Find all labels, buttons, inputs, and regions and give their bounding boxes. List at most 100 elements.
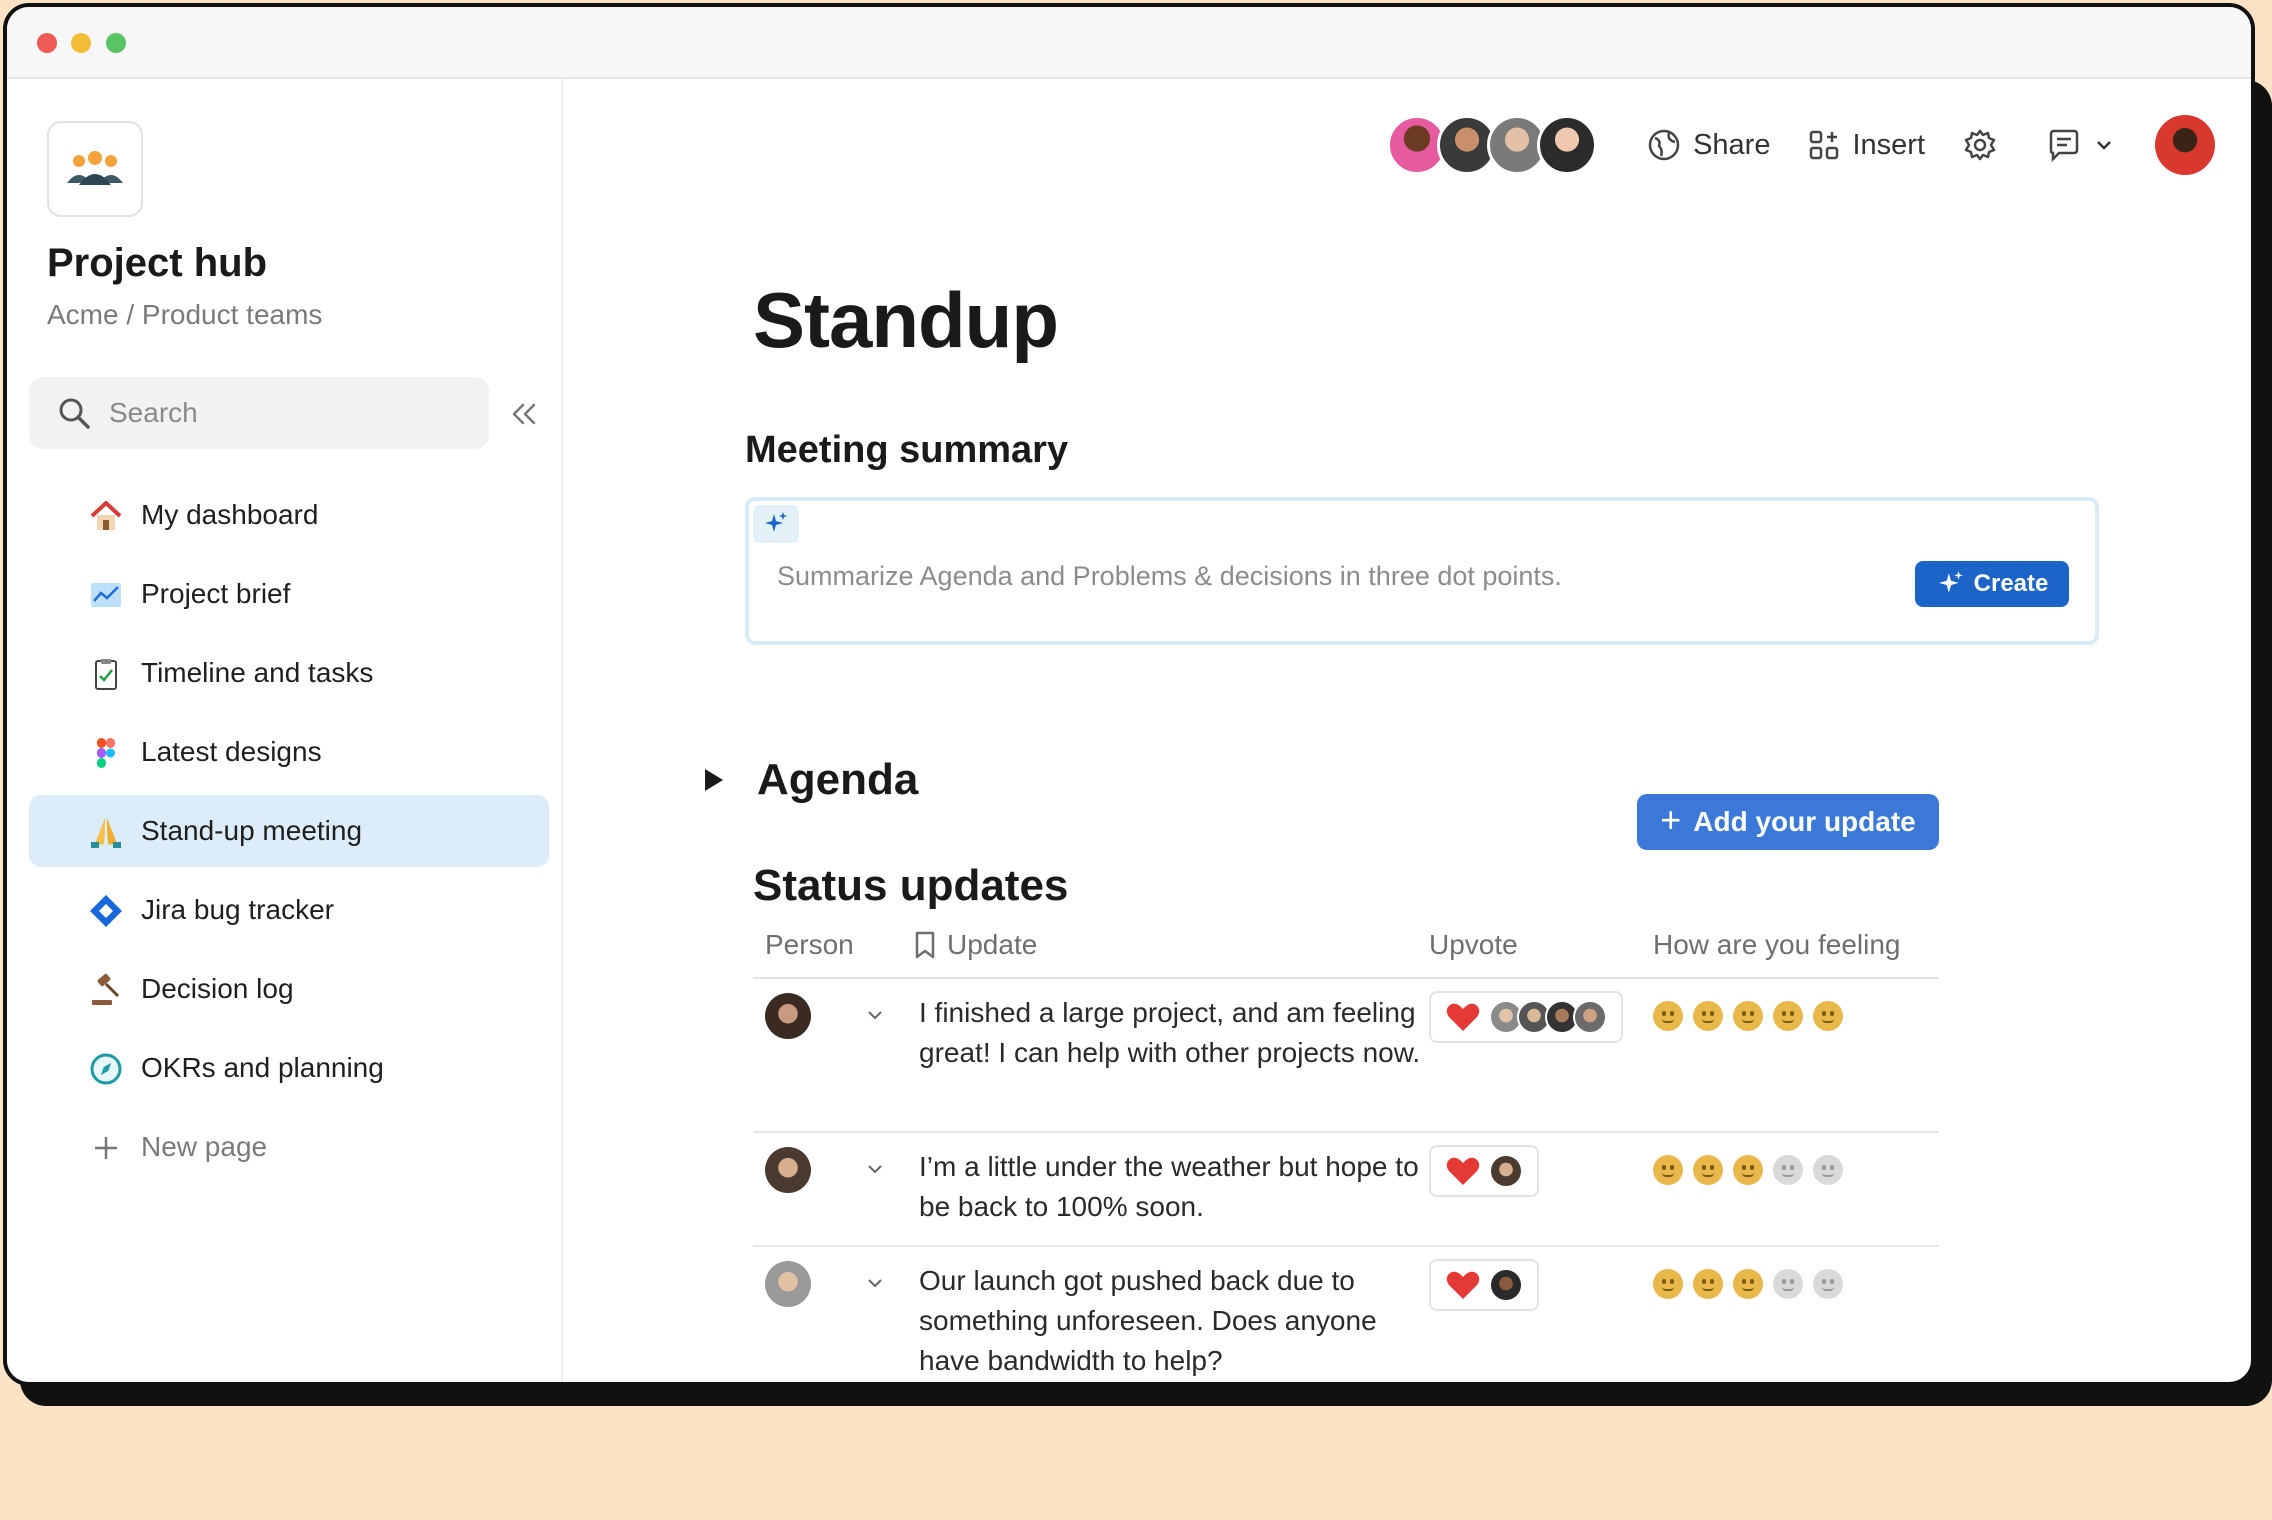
- globe-icon: [1648, 129, 1680, 161]
- face-icon[interactable]: [1693, 1269, 1723, 1299]
- update-text[interactable]: Our launch got pushed back due to someth…: [919, 1261, 1429, 1381]
- avatar[interactable]: [1537, 115, 1598, 175]
- column-upvote[interactable]: Upvote: [1429, 929, 1518, 961]
- hub-title: Project hub: [47, 241, 268, 285]
- sidebar-item-label: Project brief: [141, 578, 291, 609]
- compass-icon: [87, 1050, 125, 1088]
- face-icon[interactable]: [1773, 1001, 1803, 1031]
- feeling-rating[interactable]: [1653, 1155, 1853, 1185]
- voter-avatar: [1573, 1000, 1607, 1034]
- column-person[interactable]: Person: [765, 929, 854, 961]
- upvote-widget[interactable]: [1429, 1259, 1539, 1311]
- feeling-rating[interactable]: [1653, 1269, 1853, 1299]
- chevron-down-icon: [2097, 141, 2111, 150]
- chevron-down-icon[interactable]: [865, 1159, 885, 1179]
- upvote-widget[interactable]: [1429, 1145, 1539, 1197]
- voter-avatar: [1489, 1154, 1523, 1188]
- table-row: Our launch got pushed back due to someth…: [753, 1247, 1939, 1382]
- sidebar-item-latest-designs[interactable]: Latest designs: [29, 716, 549, 788]
- create-button[interactable]: Create: [1915, 561, 2069, 607]
- insert-button[interactable]: Insert: [1808, 129, 1925, 162]
- maximize-window-button[interactable]: [106, 33, 126, 53]
- team-icon: [67, 151, 123, 185]
- column-feeling[interactable]: How are you feeling: [1653, 929, 1900, 961]
- gear-icon: [1964, 129, 1996, 161]
- ai-summary-box[interactable]: Summarize Agenda and Problems & decision…: [745, 497, 2099, 645]
- table-row: I’m a little under the weather but hope …: [753, 1133, 1939, 1247]
- agenda-toggle[interactable]: Agenda: [705, 755, 918, 805]
- column-update-label: Update: [947, 929, 1038, 960]
- heart-icon: [1446, 1271, 1480, 1299]
- add-update-label: Add your update: [1693, 806, 1916, 837]
- sidebar-item-label: Decision log: [141, 973, 294, 1004]
- sidebar-item-decision-log[interactable]: Decision log: [29, 953, 549, 1025]
- new-page-label: New page: [141, 1131, 268, 1162]
- comments-menu-button[interactable]: [2047, 128, 2125, 162]
- avatar[interactable]: [765, 1261, 811, 1307]
- face-icon[interactable]: [1813, 1269, 1843, 1299]
- create-label: Create: [1973, 570, 2049, 597]
- feeling-rating[interactable]: [1653, 1001, 1853, 1031]
- table-row: I finished a large project, and am feeli…: [753, 979, 1939, 1133]
- face-icon[interactable]: [1653, 1155, 1683, 1185]
- face-icon[interactable]: [1813, 1001, 1843, 1031]
- sidebar: Project hub Acme / Product teams Search …: [7, 79, 563, 1382]
- sidebar-item-okrs-and-planning[interactable]: OKRs and planning: [29, 1032, 549, 1104]
- face-icon[interactable]: [1733, 1001, 1763, 1031]
- settings-button[interactable]: [1963, 128, 2009, 162]
- column-update[interactable]: Update: [913, 929, 1037, 961]
- status-table: Person Update Upvote How are you feeling…: [753, 919, 1939, 1382]
- sidebar-item-label: Timeline and tasks: [141, 657, 374, 688]
- bookmark-icon: [915, 931, 935, 959]
- expand-triangle-icon: [705, 769, 723, 791]
- chevron-down-icon[interactable]: [865, 1005, 885, 1025]
- sidebar-item-timeline-and-tasks[interactable]: Timeline and tasks: [29, 637, 549, 709]
- sidebar-item-my-dashboard[interactable]: My dashboard: [29, 479, 549, 551]
- close-window-button[interactable]: [37, 33, 57, 53]
- face-icon[interactable]: [1693, 1155, 1723, 1185]
- face-icon[interactable]: [1653, 1269, 1683, 1299]
- update-text[interactable]: I finished a large project, and am feeli…: [919, 993, 1429, 1073]
- top-toolbar: Share Insert: [1387, 113, 2215, 177]
- face-icon[interactable]: [1733, 1155, 1763, 1185]
- clipboard-icon: [87, 655, 125, 693]
- chevron-down-icon[interactable]: [865, 1273, 885, 1293]
- hub-logo[interactable]: [47, 121, 143, 217]
- ai-prompt-text[interactable]: Summarize Agenda and Problems & decision…: [777, 561, 1562, 592]
- minimize-window-button[interactable]: [71, 33, 91, 53]
- face-icon[interactable]: [1693, 1001, 1723, 1031]
- collaborator-avatars[interactable]: [1387, 115, 1598, 175]
- add-update-button[interactable]: + Add your update: [1637, 794, 1939, 850]
- face-icon[interactable]: [1813, 1155, 1843, 1185]
- face-icon[interactable]: [1733, 1269, 1763, 1299]
- collapse-sidebar-icon[interactable]: [507, 397, 541, 431]
- sparkle-icon: [1938, 571, 1963, 593]
- sidebar-item-label: Jira bug tracker: [141, 894, 334, 925]
- sidebar-nav: My dashboard Project brief Timeline and …: [29, 479, 549, 1190]
- face-icon[interactable]: [1773, 1155, 1803, 1185]
- avatar[interactable]: [765, 1147, 811, 1193]
- share-button[interactable]: Share: [1647, 128, 1770, 162]
- upvote-widget[interactable]: [1429, 991, 1623, 1043]
- sidebar-item-jira-bug-tracker[interactable]: Jira bug tracker: [29, 874, 549, 946]
- page-title: Standup: [753, 276, 1059, 364]
- face-icon[interactable]: [1653, 1001, 1683, 1031]
- heart-icon: [1446, 1003, 1480, 1031]
- insert-label: Insert: [1852, 128, 1925, 161]
- app-window: Project hub Acme / Product teams Search …: [3, 3, 2255, 1386]
- gavel-icon: [87, 971, 125, 1009]
- sidebar-item-stand-up-meeting[interactable]: Stand-up meeting: [29, 795, 549, 867]
- breadcrumb[interactable]: Acme / Product teams: [47, 299, 322, 331]
- face-icon[interactable]: [1773, 1269, 1803, 1299]
- comment-icon: [2049, 129, 2079, 162]
- sidebar-item-project-brief[interactable]: Project brief: [29, 558, 549, 630]
- agenda-heading: Agenda: [757, 755, 919, 804]
- user-avatar[interactable]: [2155, 115, 2215, 175]
- avatar[interactable]: [765, 993, 811, 1039]
- jira-icon: [87, 892, 125, 930]
- share-label: Share: [1693, 128, 1771, 161]
- new-page-button[interactable]: New page: [29, 1111, 549, 1183]
- update-text[interactable]: I’m a little under the weather but hope …: [919, 1147, 1429, 1227]
- grid-plus-icon: [1810, 130, 1839, 160]
- search-input[interactable]: Search: [29, 377, 489, 449]
